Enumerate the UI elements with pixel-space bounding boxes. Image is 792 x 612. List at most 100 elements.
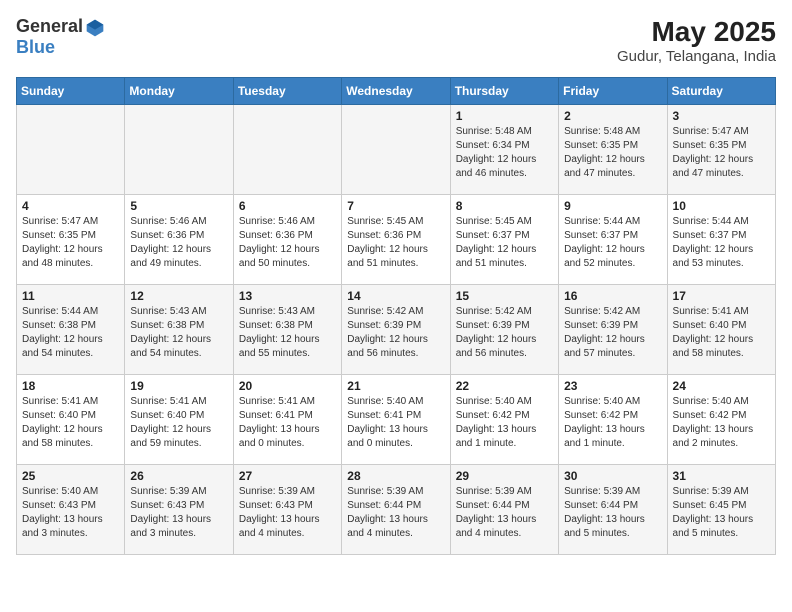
day-number: 25 [22, 469, 119, 483]
calendar-cell [233, 105, 341, 195]
day-info: Sunrise: 5:41 AM Sunset: 6:40 PM Dayligh… [130, 395, 227, 451]
day-info: Sunrise: 5:44 AM Sunset: 6:37 PM Dayligh… [564, 215, 661, 271]
day-info: Sunrise: 5:39 AM Sunset: 6:43 PM Dayligh… [239, 485, 336, 541]
day-number: 5 [130, 199, 227, 213]
calendar-cell: 24 Sunrise: 5:40 AM Sunset: 6:42 PM Dayli… [667, 375, 775, 465]
day-header-monday: Monday [125, 78, 233, 105]
day-info: Sunrise: 5:40 AM Sunset: 6:42 PM Dayligh… [673, 395, 770, 451]
page-header: General Blue May 2025 Gudur, Telangana, … [16, 16, 776, 65]
week-row-3: 11 Sunrise: 5:44 AM Sunset: 6:38 PM Dayli… [17, 285, 776, 375]
calendar-cell: 6 Sunrise: 5:46 AM Sunset: 6:36 PM Daylig… [233, 195, 341, 285]
calendar-cell: 23 Sunrise: 5:40 AM Sunset: 6:42 PM Dayli… [559, 375, 667, 465]
days-of-week-row: SundayMondayTuesdayWednesdayThursdayFrid… [17, 78, 776, 105]
day-info: Sunrise: 5:40 AM Sunset: 6:43 PM Dayligh… [22, 485, 119, 541]
logo: General Blue [16, 16, 105, 58]
calendar-cell: 29Sunrise: 5:39 AM Sunset: 6:44 PM Dayli… [450, 465, 558, 555]
day-info: Sunrise: 5:43 AM Sunset: 6:38 PM Dayligh… [130, 305, 227, 361]
day-info: Sunrise: 5:39 AM Sunset: 6:43 PM Dayligh… [130, 485, 227, 541]
day-info: Sunrise: 5:47 AM Sunset: 6:35 PM Dayligh… [22, 215, 119, 271]
page-title: May 2025 [617, 16, 776, 48]
day-header-wednesday: Wednesday [342, 78, 450, 105]
day-header-friday: Friday [559, 78, 667, 105]
week-row-1: 1Sunrise: 5:48 AM Sunset: 6:34 PM Daylig… [17, 105, 776, 195]
day-header-tuesday: Tuesday [233, 78, 341, 105]
week-row-2: 4 Sunrise: 5:47 AM Sunset: 6:35 PM Daylig… [17, 195, 776, 285]
week-row-5: 25 Sunrise: 5:40 AM Sunset: 6:43 PM Dayli… [17, 465, 776, 555]
day-header-sunday: Sunday [17, 78, 125, 105]
day-info: Sunrise: 5:40 AM Sunset: 6:41 PM Dayligh… [347, 395, 444, 451]
day-number: 7 [347, 199, 444, 213]
day-number: 29 [456, 469, 553, 483]
day-header-saturday: Saturday [667, 78, 775, 105]
calendar-header: SundayMondayTuesdayWednesdayThursdayFrid… [17, 78, 776, 105]
day-info: Sunrise: 5:44 AM Sunset: 6:38 PM Dayligh… [22, 305, 119, 361]
calendar-cell: 31Sunrise: 5:39 AM Sunset: 6:45 PM Dayli… [667, 465, 775, 555]
calendar-cell [17, 105, 125, 195]
day-number: 18 [22, 379, 119, 393]
day-info: Sunrise: 5:48 AM Sunset: 6:34 PM Dayligh… [456, 125, 553, 181]
calendar-cell: 27Sunrise: 5:39 AM Sunset: 6:43 PM Dayli… [233, 465, 341, 555]
day-number: 8 [456, 199, 553, 213]
day-info: Sunrise: 5:39 AM Sunset: 6:44 PM Dayligh… [347, 485, 444, 541]
calendar-cell: 28 Sunrise: 5:39 AM Sunset: 6:44 PM Dayli… [342, 465, 450, 555]
calendar-cell: 25 Sunrise: 5:40 AM Sunset: 6:43 PM Dayli… [17, 465, 125, 555]
day-number: 3 [673, 109, 770, 123]
calendar-cell: 11 Sunrise: 5:44 AM Sunset: 6:38 PM Dayli… [17, 285, 125, 375]
calendar-cell: 9 Sunrise: 5:44 AM Sunset: 6:37 PM Daylig… [559, 195, 667, 285]
day-number: 6 [239, 199, 336, 213]
day-info: Sunrise: 5:42 AM Sunset: 6:39 PM Dayligh… [347, 305, 444, 361]
day-number: 11 [22, 289, 119, 303]
day-info: Sunrise: 5:40 AM Sunset: 6:42 PM Dayligh… [564, 395, 661, 451]
day-info: Sunrise: 5:43 AM Sunset: 6:38 PM Dayligh… [239, 305, 336, 361]
calendar-cell: 14 Sunrise: 5:42 AM Sunset: 6:39 PM Dayli… [342, 285, 450, 375]
title-block: May 2025 Gudur, Telangana, India [617, 16, 776, 65]
day-number: 15 [456, 289, 553, 303]
day-number: 19 [130, 379, 227, 393]
calendar-cell: 7 Sunrise: 5:45 AM Sunset: 6:36 PM Daylig… [342, 195, 450, 285]
day-number: 23 [564, 379, 661, 393]
day-number: 31 [673, 469, 770, 483]
calendar-cell: 4 Sunrise: 5:47 AM Sunset: 6:35 PM Daylig… [17, 195, 125, 285]
calendar-cell: 20 Sunrise: 5:41 AM Sunset: 6:41 PM Dayli… [233, 375, 341, 465]
calendar-cell: 18Sunrise: 5:41 AM Sunset: 6:40 PM Dayli… [17, 375, 125, 465]
day-info: Sunrise: 5:46 AM Sunset: 6:36 PM Dayligh… [239, 215, 336, 271]
day-number: 10 [673, 199, 770, 213]
calendar-cell: 10Sunrise: 5:44 AM Sunset: 6:37 PM Dayli… [667, 195, 775, 285]
day-number: 28 [347, 469, 444, 483]
logo-text: General Blue [16, 16, 105, 58]
calendar-table: SundayMondayTuesdayWednesdayThursdayFrid… [16, 77, 776, 555]
day-number: 4 [22, 199, 119, 213]
day-number: 2 [564, 109, 661, 123]
day-number: 26 [130, 469, 227, 483]
calendar-cell: 16Sunrise: 5:42 AM Sunset: 6:39 PM Dayli… [559, 285, 667, 375]
calendar-cell: 26 Sunrise: 5:39 AM Sunset: 6:43 PM Dayli… [125, 465, 233, 555]
day-info: Sunrise: 5:48 AM Sunset: 6:35 PM Dayligh… [564, 125, 661, 181]
day-info: Sunrise: 5:46 AM Sunset: 6:36 PM Dayligh… [130, 215, 227, 271]
day-info: Sunrise: 5:40 AM Sunset: 6:42 PM Dayligh… [456, 395, 553, 451]
week-row-4: 18 Sunrise: 5:41 AM Sunset: 6:40 PM Dayli… [17, 375, 776, 465]
day-number: 16 [564, 289, 661, 303]
page-subtitle: Gudur, Telangana, India [617, 48, 776, 65]
day-info: Sunrise: 5:45 AM Sunset: 6:36 PM Dayligh… [347, 215, 444, 271]
day-number: 24 [673, 379, 770, 393]
day-number: 14 [347, 289, 444, 303]
calendar-cell: 13 Sunrise: 5:43 AM Sunset: 6:38 PM Dayli… [233, 285, 341, 375]
day-info: Sunrise: 5:47 AM Sunset: 6:35 PM Dayligh… [673, 125, 770, 181]
calendar-cell: 21Sunrise: 5:40 AM Sunset: 6:41 PM Dayli… [342, 375, 450, 465]
calendar-cell: 22 Sunrise: 5:40 AM Sunset: 6:42 PM Dayli… [450, 375, 558, 465]
calendar-cell: 12 Sunrise: 5:43 AM Sunset: 6:38 PM Dayli… [125, 285, 233, 375]
day-number: 9 [564, 199, 661, 213]
day-number: 12 [130, 289, 227, 303]
day-number: 20 [239, 379, 336, 393]
day-info: Sunrise: 5:42 AM Sunset: 6:39 PM Dayligh… [456, 305, 553, 361]
logo-line2: Blue [16, 38, 105, 58]
day-number: 22 [456, 379, 553, 393]
day-number: 13 [239, 289, 336, 303]
day-number: 17 [673, 289, 770, 303]
calendar-cell: 17 Sunrise: 5:41 AM Sunset: 6:40 PM Dayli… [667, 285, 775, 375]
day-info: Sunrise: 5:41 AM Sunset: 6:40 PM Dayligh… [673, 305, 770, 361]
calendar-cell [125, 105, 233, 195]
calendar-cell: 5 Sunrise: 5:46 AM Sunset: 6:36 PM Daylig… [125, 195, 233, 285]
day-info: Sunrise: 5:41 AM Sunset: 6:41 PM Dayligh… [239, 395, 336, 451]
day-number: 30 [564, 469, 661, 483]
